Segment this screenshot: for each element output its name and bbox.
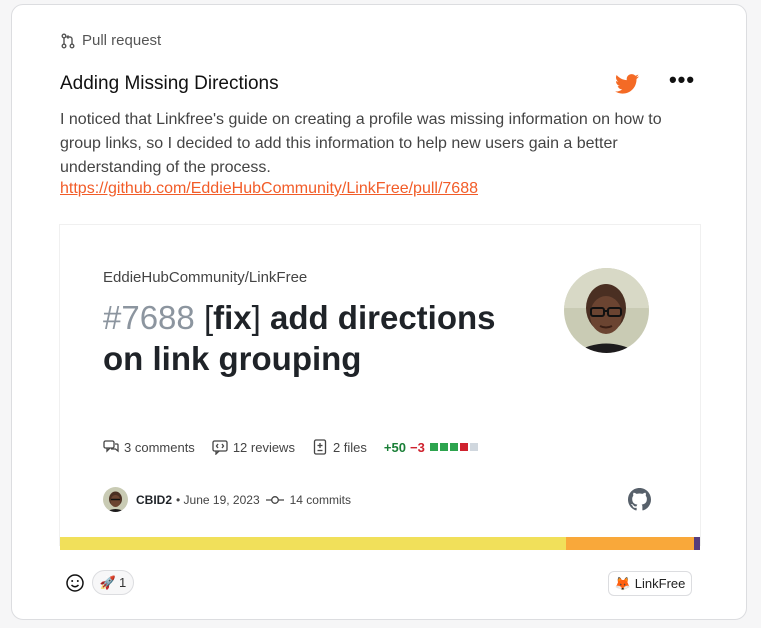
commit-icon: [265, 495, 284, 504]
pr-tag: fix: [213, 299, 252, 336]
more-options-button[interactable]: •••: [667, 69, 697, 96]
review-icon: [212, 440, 228, 455]
language-bar: [60, 537, 700, 550]
pr-number: #7688: [103, 299, 195, 336]
rocket-reaction-button[interactable]: 🚀 1: [92, 570, 134, 595]
post-type: Pull request: [60, 32, 161, 49]
post-type-label: Pull request: [82, 32, 162, 49]
comments-icon: [103, 440, 119, 453]
additions-count: +50: [383, 439, 406, 455]
reviews-count: 12 reviews: [232, 439, 295, 455]
files-stat: 2 files: [312, 439, 367, 455]
link-preview[interactable]: EddieHubCommunity/LinkFree #7688 [fix] a…: [60, 225, 700, 550]
comments-count: 3 comments: [124, 439, 195, 455]
community-tag-label: LinkFree: [634, 576, 686, 591]
linkfree-logo-icon: 🦊: [614, 575, 631, 591]
commit-count: 14 commits: [289, 492, 351, 507]
twitter-bird-icon[interactable]: [615, 73, 639, 95]
pull-request-link[interactable]: https://github.com/EddieHubCommunity/Lin…: [60, 180, 478, 198]
language-segment: [565, 537, 694, 550]
pr-title: #7688 [fix] add directions on link group…: [103, 297, 523, 379]
diff-bar: [429, 443, 478, 451]
pull-request-icon: [61, 33, 75, 48]
diff-box: [449, 443, 458, 451]
repo-name: EddieHubCommunity/LinkFree: [103, 269, 308, 286]
pr-date: • June 19, 2023: [176, 492, 260, 507]
deletions-count: −3: [409, 439, 425, 455]
language-segment: [693, 537, 700, 550]
file-diff-icon: [313, 439, 327, 455]
community-tag[interactable]: 🦊 LinkFree: [608, 571, 692, 596]
github-icon[interactable]: [628, 488, 651, 511]
author-avatar-large: [564, 268, 649, 353]
post-title[interactable]: Adding Missing Directions: [60, 73, 279, 95]
diff-box: [469, 443, 478, 451]
diff-box: [439, 443, 448, 451]
pr-stats: 3 comments 12 reviews 2 files +50 −3: [103, 439, 478, 455]
diff-box: [459, 443, 468, 451]
author-name: CBID2: [136, 492, 173, 507]
reviews-stat: 12 reviews: [212, 439, 295, 455]
tag-close-bracket: ]: [251, 299, 261, 336]
pr-meta: CBID2 • June 19, 2023 14 commits: [103, 487, 351, 512]
post-description: I noticed that Linkfree's guide on creat…: [60, 111, 662, 176]
language-segment: [60, 537, 566, 550]
add-reaction-smiley-icon[interactable]: [65, 573, 85, 593]
diff-box: [429, 443, 438, 451]
post-card: Pull request Adding Missing Directions •…: [11, 4, 747, 620]
reaction-count: 1: [118, 575, 127, 590]
author-avatar-small: [103, 487, 128, 512]
comments-stat: 3 comments: [103, 439, 195, 455]
rocket-icon: 🚀: [99, 574, 116, 590]
tag-open-bracket: [: [203, 299, 214, 336]
files-count: 2 files: [332, 439, 367, 455]
